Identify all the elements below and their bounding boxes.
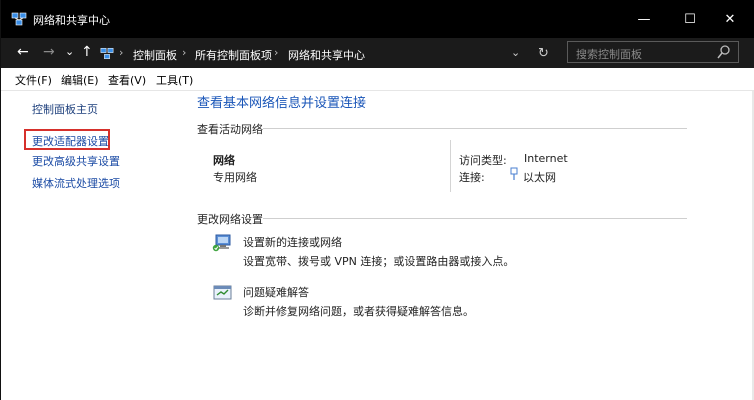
breadcrumb-control-panel[interactable]: 控制面板: [133, 47, 177, 63]
ethernet-link[interactable]: 以太网: [523, 169, 556, 185]
network-setup-icon: [212, 234, 231, 252]
network-center-icon: [11, 12, 27, 26]
title-bar: 网络和共享中心 — ☐ ✕: [1, 0, 754, 38]
task-setup-connection-desc: 设置宽带、拨号或 VPN 连接；或设置路由器或接入点。: [243, 255, 515, 268]
task-troubleshoot-link[interactable]: 问题疑难解答: [243, 284, 309, 300]
address-bar-row: ← → ⌄ ↑ › 控制面板 › 所有控制面板项 › 网络和共享中心 ⌄ ↻ 搜…: [1, 38, 754, 68]
breadcrumb-separator: ›: [119, 46, 124, 59]
breadcrumb-separator: ›: [182, 46, 187, 59]
search-box[interactable]: 搜索控制面板: [567, 41, 739, 63]
up-button[interactable]: ↑: [81, 44, 93, 60]
section-change-settings: 更改网络设置: [197, 213, 263, 226]
window: 网络和共享中心 — ☐ ✕ ← → ⌄ ↑ › 控制面板 › 所有控制面板项 ›…: [0, 0, 754, 400]
close-icon: ✕: [724, 11, 736, 27]
minimize-icon: —: [637, 11, 651, 27]
address-dropdown-icon[interactable]: ⌄: [511, 46, 520, 59]
address-field[interactable]: › 控制面板 › 所有控制面板项 › 网络和共享中心 ⌄ ↻: [97, 42, 559, 66]
recent-locations-button[interactable]: ⌄: [65, 45, 74, 58]
sidebar-item-change-adapter[interactable]: 更改适配器设置: [32, 133, 109, 149]
connections-label: 连接:: [459, 171, 485, 184]
search-icon: [717, 45, 730, 59]
menu-edit[interactable]: 编辑(E): [61, 72, 99, 88]
minimize-button[interactable]: —: [621, 0, 667, 38]
refresh-icon[interactable]: ↻: [538, 46, 549, 61]
section-active-networks: 查看活动网络: [197, 123, 263, 136]
maximize-icon: ☐: [684, 11, 696, 27]
sidebar-item-advanced-sharing[interactable]: 更改高级共享设置: [32, 153, 120, 169]
section-divider: [263, 218, 687, 219]
menu-file[interactable]: 文件(F): [15, 72, 52, 88]
ethernet-icon: [510, 167, 518, 180]
access-type-label: 访问类型:: [459, 154, 507, 167]
breadcrumb-separator: ›: [274, 46, 279, 59]
network-name: 网络: [213, 154, 235, 167]
task-setup-connection-link[interactable]: 设置新的连接或网络: [243, 234, 342, 250]
back-button[interactable]: ←: [17, 44, 29, 60]
page-title: 查看基本网络信息并设置连接: [197, 96, 367, 111]
task-troubleshoot-desc: 诊断并修复网络问题，或者获得疑难解答信息。: [243, 305, 474, 318]
network-center-icon: [100, 47, 114, 60]
window-title: 网络和共享中心: [33, 14, 110, 27]
menu-tools[interactable]: 工具(T): [156, 72, 193, 88]
forward-button[interactable]: →: [43, 44, 55, 60]
network-type[interactable]: 专用网络: [213, 169, 257, 185]
menu-view[interactable]: 查看(V): [108, 72, 146, 88]
search-placeholder: 搜索控制面板: [576, 48, 642, 61]
section-divider: [263, 128, 687, 129]
troubleshoot-icon: [213, 285, 232, 300]
breadcrumb-network-center[interactable]: 网络和共享中心: [288, 47, 365, 63]
sidebar-item-media-streaming[interactable]: 媒体流式处理选项: [32, 175, 120, 191]
column-divider: [450, 140, 451, 192]
close-button[interactable]: ✕: [707, 0, 753, 38]
access-type-value: Internet: [524, 152, 568, 165]
sidebar-item-control-panel-home[interactable]: 控制面板主页: [32, 101, 98, 117]
breadcrumb-all-items[interactable]: 所有控制面板项: [195, 47, 272, 63]
menu-bar: 文件(F) 编辑(E) 查看(V) 工具(T): [1, 68, 754, 91]
